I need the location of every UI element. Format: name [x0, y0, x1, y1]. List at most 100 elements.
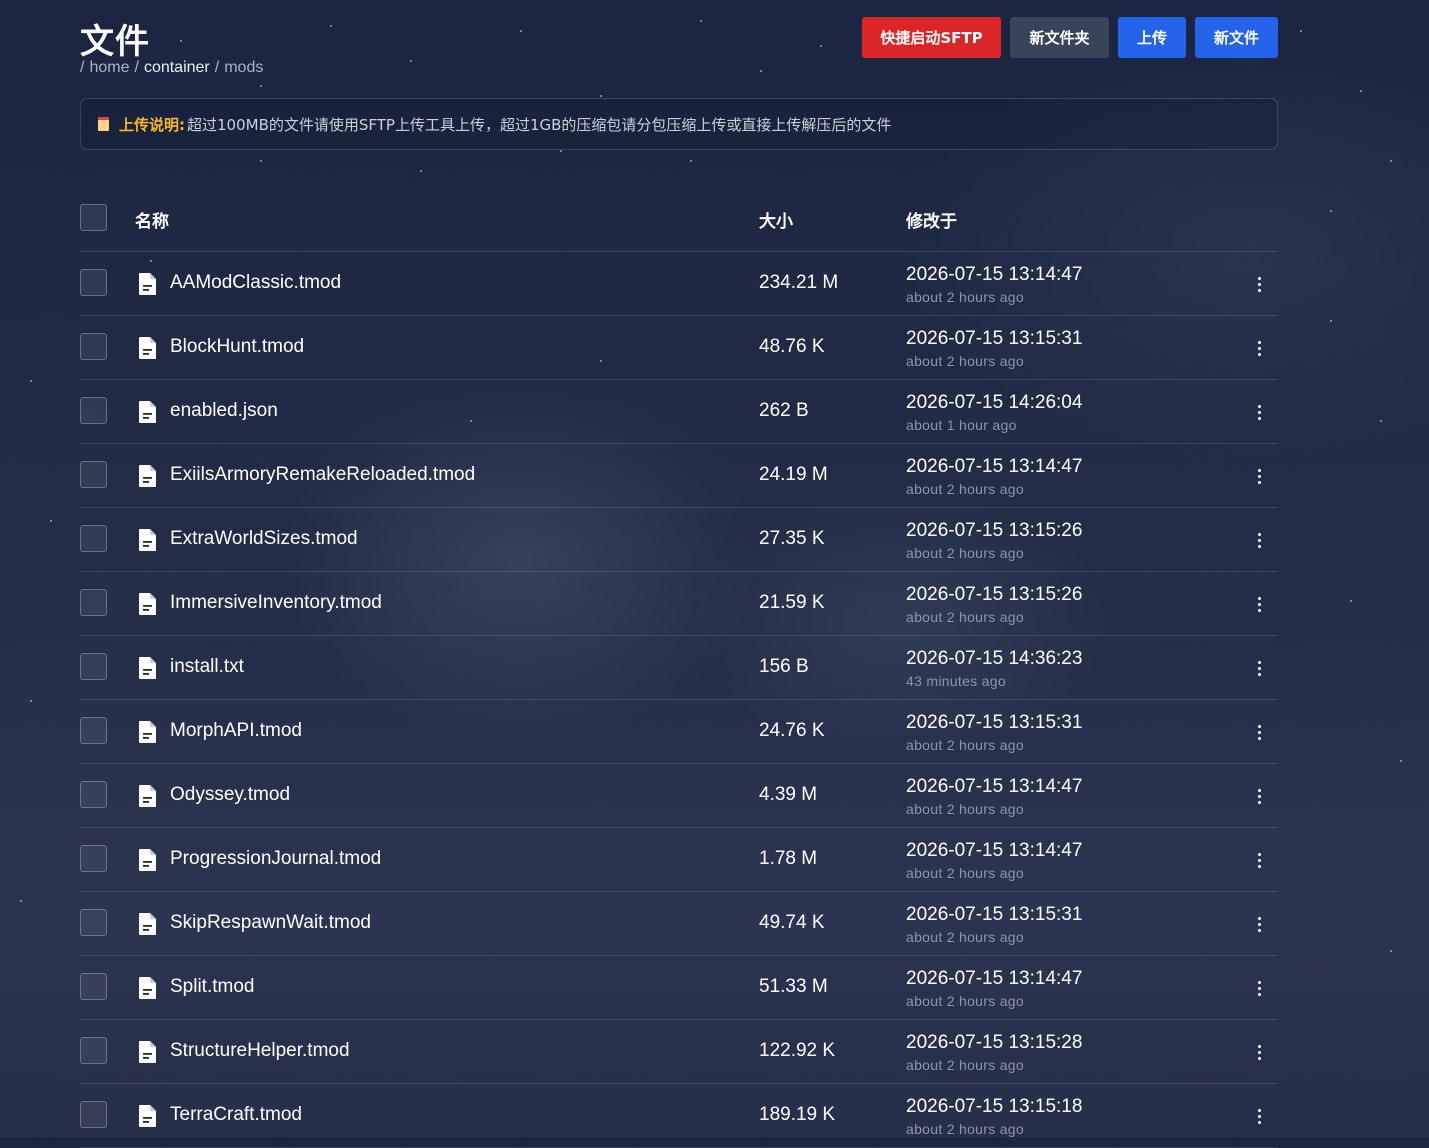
file-modified-relative: about 2 hours ago: [906, 801, 1024, 817]
file-modified-date: 2026-07-15 14:36:23: [906, 648, 1083, 669]
file-icon: [139, 337, 156, 359]
star: [1330, 210, 1332, 212]
row-checkbox[interactable]: [80, 845, 107, 872]
file-size: 4.39 M: [759, 784, 818, 805]
table-row[interactable]: ExtraWorldSizes.tmod 27.35 K 2026-07-15 …: [80, 508, 1278, 572]
file-modified-date: 2026-07-15 13:15:26: [906, 584, 1083, 605]
file-modified-date: 2026-07-15 13:15:31: [906, 712, 1083, 733]
star: [20, 900, 22, 902]
file-name[interactable]: MorphAPI.tmod: [170, 720, 302, 742]
breadcrumb-container[interactable]: container: [144, 59, 210, 76]
file-icon: [139, 593, 156, 615]
table-row[interactable]: ExiilsArmoryRemakeReloaded.tmod 24.19 M …: [80, 444, 1278, 508]
more-vertical-icon[interactable]: [1248, 398, 1270, 426]
more-vertical-icon[interactable]: [1248, 846, 1270, 874]
table-row[interactable]: TerraCraft.tmod 189.19 K 2026-07-15 13:1…: [80, 1084, 1278, 1148]
table-row[interactable]: StructureHelper.tmod 122.92 K 2026-07-15…: [80, 1020, 1278, 1084]
file-icon: [139, 785, 156, 807]
row-checkbox[interactable]: [80, 973, 107, 1000]
row-checkbox[interactable]: [80, 589, 107, 616]
file-name[interactable]: AAModClassic.tmod: [170, 272, 341, 294]
table-row[interactable]: ImmersiveInventory.tmod 21.59 K 2026-07-…: [80, 572, 1278, 636]
row-checkbox[interactable]: [80, 1037, 107, 1064]
file-modified-date: 2026-07-15 13:15:26: [906, 520, 1083, 541]
more-vertical-icon[interactable]: [1248, 462, 1270, 490]
file-name[interactable]: ImmersiveInventory.tmod: [170, 592, 382, 614]
breadcrumb-home[interactable]: home: [89, 59, 129, 76]
star: [420, 170, 422, 172]
row-checkbox[interactable]: [80, 525, 107, 552]
breadcrumb-mods[interactable]: mods: [224, 59, 263, 76]
row-checkbox[interactable]: [80, 653, 107, 680]
table-header: 名称 大小 修改于: [80, 186, 1278, 252]
file-size: 189.19 K: [759, 1104, 836, 1125]
column-header-modified[interactable]: 修改于: [906, 207, 957, 232]
file-modified-relative: about 1 hour ago: [906, 417, 1017, 433]
row-checkbox[interactable]: [80, 333, 107, 360]
table-row[interactable]: MorphAPI.tmod 24.76 K 2026-07-15 13:15:3…: [80, 700, 1278, 764]
upload-notice: 上传说明: 超过100MB的文件请使用SFTP上传工具上传，超过1GB的压缩包请…: [80, 98, 1278, 150]
more-vertical-icon[interactable]: [1248, 974, 1270, 1002]
file-size: 24.76 K: [759, 720, 825, 741]
row-checkbox[interactable]: [80, 269, 107, 296]
table-row[interactable]: BlockHunt.tmod 48.76 K 2026-07-15 13:15:…: [80, 316, 1278, 380]
more-vertical-icon[interactable]: [1248, 270, 1270, 298]
file-name[interactable]: enabled.json: [170, 400, 278, 422]
star: [1400, 760, 1402, 762]
star: [1350, 600, 1352, 602]
breadcrumb-separator: /: [134, 59, 139, 76]
row-checkbox[interactable]: [80, 397, 107, 424]
more-vertical-icon[interactable]: [1248, 526, 1270, 554]
table-row[interactable]: AAModClassic.tmod 234.21 M 2026-07-15 13…: [80, 252, 1278, 316]
more-vertical-icon[interactable]: [1248, 590, 1270, 618]
file-modified-date: 2026-07-15 13:15:18: [906, 1096, 1083, 1117]
more-vertical-icon[interactable]: [1248, 910, 1270, 938]
notice-label: 上传说明:: [119, 115, 185, 134]
more-vertical-icon[interactable]: [1248, 1038, 1270, 1066]
file-name[interactable]: SkipRespawnWait.tmod: [170, 912, 371, 934]
file-name[interactable]: install.txt: [170, 656, 244, 678]
more-vertical-icon[interactable]: [1248, 718, 1270, 746]
file-name[interactable]: TerraCraft.tmod: [170, 1104, 302, 1126]
file-name[interactable]: ExtraWorldSizes.tmod: [170, 528, 358, 550]
row-checkbox[interactable]: [80, 1101, 107, 1128]
file-name[interactable]: Split.tmod: [170, 976, 254, 998]
table-row[interactable]: SkipRespawnWait.tmod 49.74 K 2026-07-15 …: [80, 892, 1278, 956]
star: [30, 380, 32, 382]
star: [180, 40, 182, 42]
row-checkbox[interactable]: [80, 909, 107, 936]
file-name[interactable]: StructureHelper.tmod: [170, 1040, 350, 1062]
select-all-checkbox[interactable]: [80, 204, 107, 231]
upload-button[interactable]: 上传: [1118, 17, 1186, 58]
table-row[interactable]: Odyssey.tmod 4.39 M 2026-07-15 13:14:47 …: [80, 764, 1278, 828]
file-icon: [139, 529, 156, 551]
column-header-size[interactable]: 大小: [759, 207, 793, 232]
table-row[interactable]: enabled.json 262 B 2026-07-15 14:26:04 a…: [80, 380, 1278, 444]
star: [700, 20, 702, 22]
file-name[interactable]: Odyssey.tmod: [170, 784, 290, 806]
file-size: 1.78 M: [759, 848, 818, 869]
more-vertical-icon[interactable]: [1248, 782, 1270, 810]
table-row[interactable]: ProgressionJournal.tmod 1.78 M 2026-07-1…: [80, 828, 1278, 892]
more-vertical-icon[interactable]: [1248, 654, 1270, 682]
new-file-button[interactable]: 新文件: [1195, 17, 1278, 58]
file-name[interactable]: BlockHunt.tmod: [170, 336, 304, 358]
breadcrumb-separator: /: [80, 59, 85, 76]
file-name[interactable]: ProgressionJournal.tmod: [170, 848, 381, 870]
new-folder-button[interactable]: 新文件夹: [1010, 17, 1109, 58]
more-vertical-icon[interactable]: [1248, 1102, 1270, 1130]
row-checkbox[interactable]: [80, 461, 107, 488]
more-vertical-icon[interactable]: [1248, 334, 1270, 362]
column-header-name[interactable]: 名称: [135, 207, 169, 232]
file-icon: [139, 849, 156, 871]
star: [410, 60, 412, 62]
row-checkbox[interactable]: [80, 781, 107, 808]
file-name[interactable]: ExiilsArmoryRemakeReloaded.tmod: [170, 464, 475, 486]
star: [50, 520, 52, 522]
table-row[interactable]: install.txt 156 B 2026-07-15 14:36:23 43…: [80, 636, 1278, 700]
quick-sftp-button[interactable]: 快捷启动SFTP: [862, 17, 1001, 58]
table-row[interactable]: Split.tmod 51.33 M 2026-07-15 13:14:47 a…: [80, 956, 1278, 1020]
star: [330, 25, 332, 27]
row-checkbox[interactable]: [80, 717, 107, 744]
star: [1300, 30, 1302, 32]
